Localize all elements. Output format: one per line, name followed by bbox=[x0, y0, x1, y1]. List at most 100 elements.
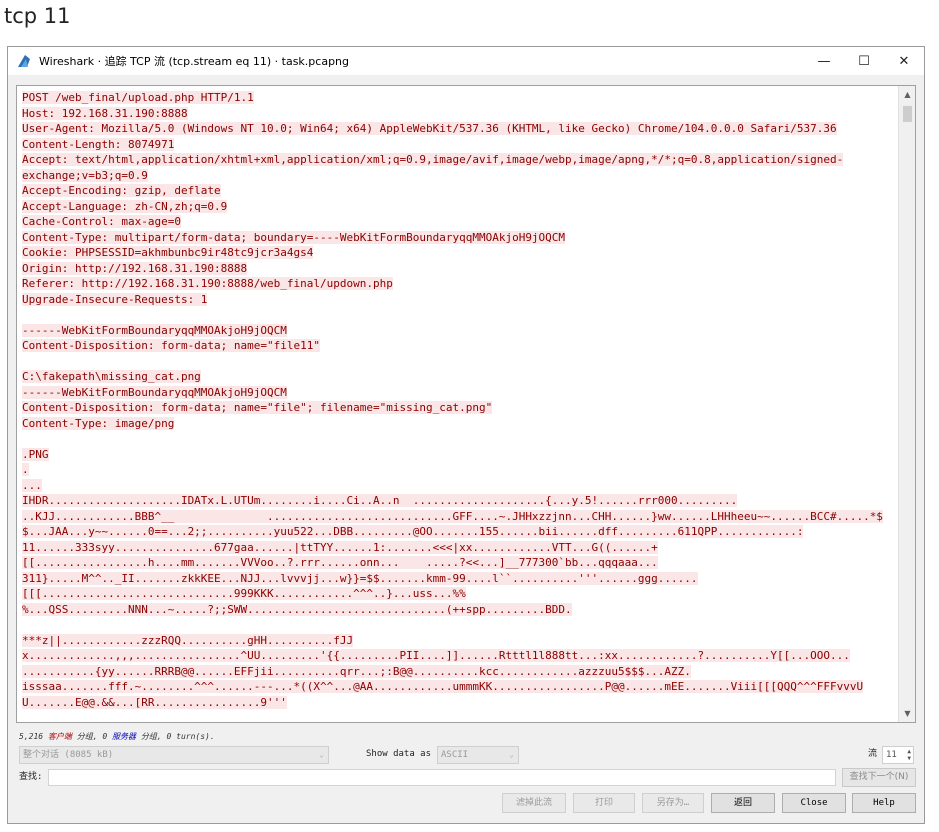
vertical-scrollbar[interactable]: ▲ ▼ bbox=[898, 86, 915, 722]
stream-line-text: IHDR....................IDATx.L.UTUm....… bbox=[22, 494, 738, 507]
close-button[interactable]: Close bbox=[782, 793, 846, 813]
stream-line: IHDR....................IDATx.L.UTUm....… bbox=[22, 493, 897, 509]
stream-line-text: . bbox=[22, 463, 29, 476]
packet-stats: 5,216 客户端 分组, 0 服务器 分组, 0 turn(s). bbox=[19, 731, 215, 742]
stream-line: Content-Type: image/png bbox=[22, 416, 897, 432]
stream-text[interactable]: POST /web_final/upload.php HTTP/1.1 Host:… bbox=[22, 90, 897, 710]
stream-line: U.......E@@.&&...[RR................9''' bbox=[22, 695, 897, 711]
stream-label: 流 bbox=[868, 749, 878, 759]
stream-line: $...JAA...y~~......0==...2;;..........yu… bbox=[22, 524, 897, 540]
stream-line: %...QSS.........NNN...~.....?;;SWW......… bbox=[22, 602, 897, 618]
stream-content-area[interactable]: POST /web_final/upload.php HTTP/1.1 Host:… bbox=[16, 85, 916, 723]
chevron-down-icon: ⌄ bbox=[319, 750, 324, 759]
stream-line: .PNG bbox=[22, 447, 897, 463]
stream-line bbox=[22, 617, 897, 633]
stream-line: 11......333syy...............677gaa.....… bbox=[22, 540, 897, 556]
show-data-value: ASCII bbox=[441, 750, 469, 760]
back-button[interactable]: 返回 bbox=[711, 793, 775, 813]
stream-line: ------WebKitFormBoundaryqqMMOAkjoH9jOQCM bbox=[22, 323, 897, 339]
stream-line-text: Cache-Control: max-age=0 bbox=[22, 215, 181, 228]
dialog-buttons-row: 滤掉此流 打印 另存为… 返回 Close Help bbox=[16, 793, 918, 815]
stream-line-text: ..KJJ............BBB^__ ................… bbox=[22, 509, 883, 523]
stream-line: POST /web_final/upload.php HTTP/1.1 bbox=[22, 90, 897, 106]
stream-line: 311}.....M^^.._II.......zkkKEE...NJJ...l… bbox=[22, 571, 897, 587]
print-button[interactable]: 打印 bbox=[573, 793, 635, 813]
stream-line bbox=[22, 431, 897, 447]
stream-number-value: 11 bbox=[886, 750, 897, 760]
stream-line-text: [[.................h....mm.......VVVoo..… bbox=[22, 556, 658, 569]
scroll-up-arrow-icon[interactable]: ▲ bbox=[899, 86, 915, 103]
stream-line-text: .PNG bbox=[22, 447, 49, 461]
stream-line-text: 311}.....M^^.._II.......zkkKEE...NJJ...l… bbox=[22, 571, 698, 585]
spinner-arrows-icon[interactable]: ▲ ▼ bbox=[907, 748, 911, 762]
stream-line-text: ***z||............zzzRQQ..........gHH...… bbox=[22, 633, 354, 647]
stream-line: Cookie: PHPSESSID=akhmbunbc9ir48tc9jcr3a… bbox=[22, 245, 897, 261]
save-as-button[interactable]: 另存为… bbox=[642, 793, 704, 813]
stream-line: [[[.............................999KKK..… bbox=[22, 586, 897, 602]
find-row: 查找: 查找下一个(N) bbox=[16, 768, 918, 788]
stream-line-text: Referer: http://192.168.31.190:8888/web_… bbox=[22, 277, 393, 290]
stream-line-text: isssaa.......fff.~........^^^......---..… bbox=[22, 680, 864, 693]
stream-line-text: Accept: text/html,application/xhtml+xml,… bbox=[22, 153, 844, 166]
page-caption: tcp 11 bbox=[4, 4, 71, 28]
stream-line: ------WebKitFormBoundaryqqMMOAkjoH9jOQCM bbox=[22, 385, 897, 401]
scroll-down-arrow-icon[interactable]: ▼ bbox=[899, 705, 915, 722]
stream-line-text: Upgrade-Insecure-Requests: 1 bbox=[22, 292, 208, 306]
minimize-button[interactable]: — bbox=[804, 47, 844, 75]
stream-line: Upgrade-Insecure-Requests: 1 bbox=[22, 292, 897, 308]
stream-line: . bbox=[22, 462, 897, 478]
stats-count: 5,216 bbox=[19, 732, 44, 741]
stream-line-text: $...JAA...y~~......0==...2;;..........yu… bbox=[22, 525, 804, 538]
stream-line-text: 11......333syy...............677gaa.....… bbox=[22, 540, 658, 554]
stream-line-text: ... bbox=[22, 478, 42, 492]
stream-line: x.............,,,................^UU....… bbox=[22, 648, 897, 664]
stream-line: Content-Disposition: form-data; name="fi… bbox=[22, 338, 897, 354]
window-title: Wireshark · 追踪 TCP 流 (tcp.stream eq 11) … bbox=[39, 55, 350, 68]
stream-line: Host: 192.168.31.190:8888 bbox=[22, 106, 897, 122]
maximize-button[interactable]: ☐ bbox=[844, 47, 884, 75]
close-window-button[interactable]: ✕ bbox=[884, 47, 924, 75]
stream-line-text: Origin: http://192.168.31.190:8888 bbox=[22, 261, 248, 275]
wireshark-fin-icon bbox=[18, 55, 30, 67]
find-next-button[interactable]: 查找下一个(N) bbox=[842, 768, 916, 787]
stream-line: Cache-Control: max-age=0 bbox=[22, 214, 897, 230]
stream-line: [[.................h....mm.......VVVoo..… bbox=[22, 555, 897, 571]
stream-line-text: Content-Disposition: form-data; name="fi… bbox=[22, 401, 493, 414]
display-options-row: 整个对话 (8085 kB) ⌄ Show data as ASCII ⌄ 流 … bbox=[16, 745, 918, 765]
stream-line-text: Accept-Language: zh-CN,zh;q=0.9 bbox=[22, 199, 228, 213]
stream-line bbox=[22, 307, 897, 323]
stats-server-label: 服务器 bbox=[112, 732, 137, 741]
stream-line-text: C:\fakepath\missing_cat.png bbox=[22, 370, 201, 383]
stats-mid: 分组, 0 bbox=[76, 732, 108, 741]
stream-line: Accept-Language: zh-CN,zh;q=0.9 bbox=[22, 199, 897, 215]
stream-line-text: ...........{yy......RRRB@@......EFFjii..… bbox=[22, 664, 691, 678]
stream-line-text: User-Agent: Mozilla/5.0 (Windows NT 10.0… bbox=[22, 122, 837, 135]
find-input[interactable] bbox=[48, 769, 836, 786]
follow-tcp-stream-window: Wireshark · 追踪 TCP 流 (tcp.stream eq 11) … bbox=[7, 46, 925, 824]
conversation-select[interactable]: 整个对话 (8085 kB) ⌄ bbox=[19, 746, 329, 764]
stream-line-text: POST /web_final/upload.php HTTP/1.1 bbox=[22, 91, 254, 104]
stream-line-text: Content-Type: image/png bbox=[22, 416, 175, 430]
stream-line-text: ------WebKitFormBoundaryqqMMOAkjoH9jOQCM bbox=[22, 385, 287, 399]
stream-line-text: [[[.............................999KKK..… bbox=[22, 587, 466, 600]
stream-number-spinner[interactable]: 11 ▲ ▼ bbox=[882, 746, 914, 764]
stream-line bbox=[22, 354, 897, 370]
stats-tail: 分组, 0 turn(s). bbox=[140, 732, 215, 741]
stream-line-text: Cookie: PHPSESSID=akhmbunbc9ir48tc9jcr3a… bbox=[22, 246, 314, 259]
show-data-select[interactable]: ASCII ⌄ bbox=[437, 746, 519, 764]
stream-line-text: ------WebKitFormBoundaryqqMMOAkjoH9jOQCM bbox=[22, 323, 287, 337]
stream-line: User-Agent: Mozilla/5.0 (Windows NT 10.0… bbox=[22, 121, 897, 137]
stream-line: ...........{yy......RRRB@@......EFFjii..… bbox=[22, 664, 897, 680]
title-bar[interactable]: Wireshark · 追踪 TCP 流 (tcp.stream eq 11) … bbox=[8, 47, 924, 75]
stream-line: Origin: http://192.168.31.190:8888 bbox=[22, 261, 897, 277]
stream-line: Referer: http://192.168.31.190:8888/web_… bbox=[22, 276, 897, 292]
stream-line-text: Accept-Encoding: gzip, deflate bbox=[22, 184, 221, 197]
scroll-thumb[interactable] bbox=[903, 106, 912, 122]
stream-line: C:\fakepath\missing_cat.png bbox=[22, 369, 897, 385]
stream-line: isssaa.......fff.~........^^^......---..… bbox=[22, 679, 897, 695]
chevron-down-icon: ⌄ bbox=[509, 750, 514, 759]
show-data-label: Show data as bbox=[366, 749, 432, 759]
help-button[interactable]: Help bbox=[852, 793, 916, 813]
stream-line-text: Content-Length: 8074971 bbox=[22, 137, 175, 151]
filter-out-button[interactable]: 滤掉此流 bbox=[502, 793, 566, 813]
